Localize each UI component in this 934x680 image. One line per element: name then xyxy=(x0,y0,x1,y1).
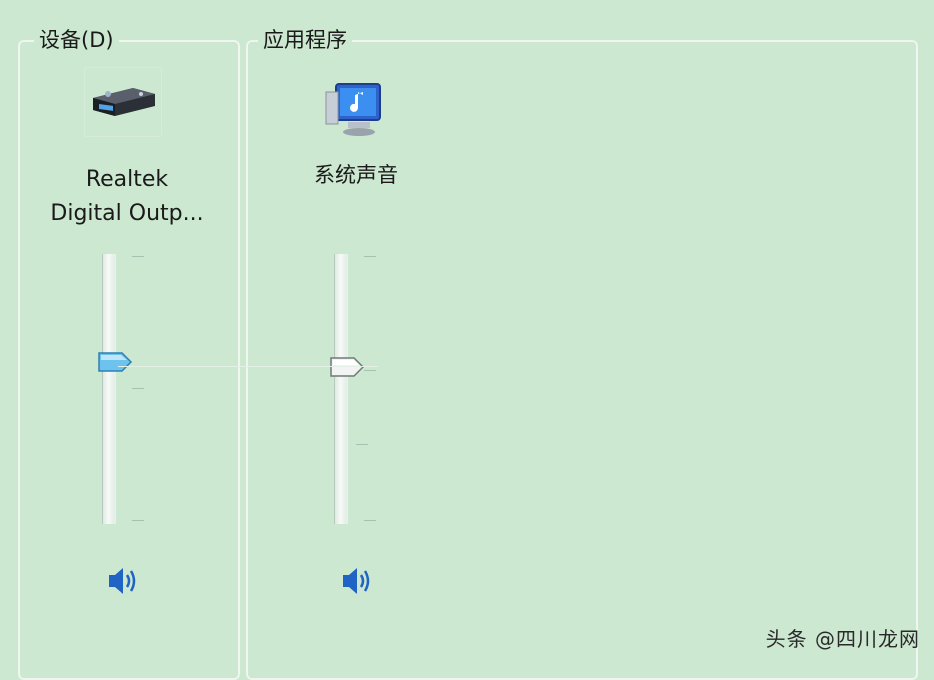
device-tick xyxy=(132,256,144,257)
system-sounds-icon[interactable] xyxy=(322,78,386,140)
app-tick xyxy=(356,444,368,445)
audio-receiver-icon[interactable] xyxy=(84,67,162,137)
speaker-icon xyxy=(343,568,370,594)
device-tick xyxy=(132,388,144,389)
device-volume-slider-thumb[interactable] xyxy=(96,350,134,378)
device-name-line1: Realtek xyxy=(85,167,169,192)
divider-line xyxy=(118,366,378,367)
app-tick xyxy=(364,256,376,257)
device-name-line2: Digital Outp... xyxy=(50,201,204,226)
app-name-system-sounds: 系统声音 xyxy=(314,163,398,187)
device-name: Realtek Digital Outp... xyxy=(22,163,232,231)
applications-group-label: 应用程序 xyxy=(258,26,352,54)
device-tick xyxy=(132,520,144,521)
app-volume-track[interactable] xyxy=(334,254,348,524)
watermark-text: 头条 @四川龙网 xyxy=(765,627,920,651)
speaker-icon xyxy=(109,568,136,594)
app-volume-slider-thumb[interactable] xyxy=(328,355,366,383)
app-tick xyxy=(364,520,376,521)
device-group-label: 设备(D) xyxy=(34,26,119,54)
device-volume-track[interactable] xyxy=(102,254,116,524)
device-mute-button[interactable] xyxy=(106,564,142,602)
app-mute-button[interactable] xyxy=(340,564,376,602)
